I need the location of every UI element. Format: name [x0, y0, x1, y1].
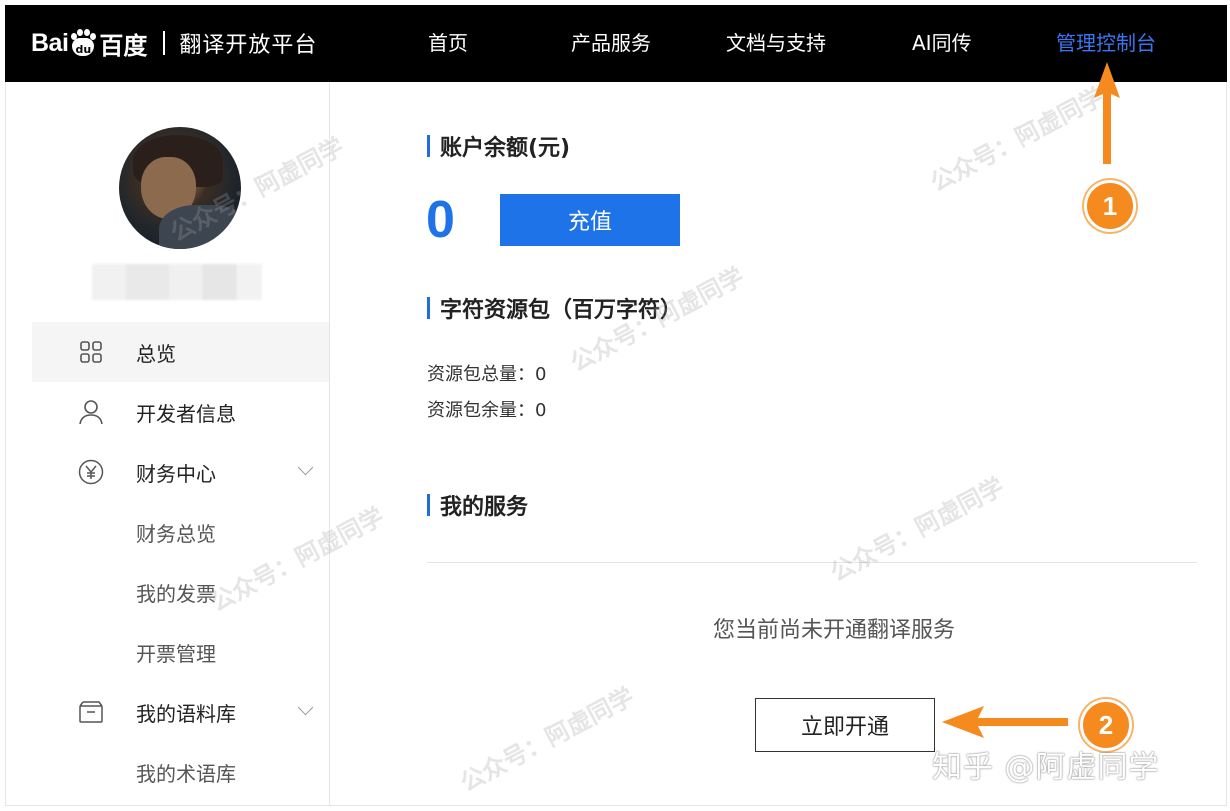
balance-value: 0 — [426, 191, 455, 249]
sidebar-item-label: 我的发票 — [136, 581, 216, 606]
chevron-down-icon[interactable] — [297, 699, 314, 716]
sidebar-item-terminology[interactable]: 我的术语库 — [32, 742, 329, 802]
sidebar-item-corpus[interactable]: 我的语料库 — [32, 682, 329, 742]
sidebar-item-finance[interactable]: 财务中心 — [32, 442, 329, 502]
username-blurred — [92, 264, 262, 300]
sidebar-item-label: 财务中心 — [136, 461, 216, 486]
balance-title: 账户余额(元) — [427, 130, 570, 162]
top-navigation-bar: Bai du 百度 翻译开放平台 首页 产品服务 文档与支持 AI同传 管理控制… — [5, 5, 1227, 82]
grid-icon — [78, 339, 104, 365]
sidebar-item-label: 我的语料库 — [136, 701, 236, 726]
inbox-icon — [78, 699, 104, 725]
section-divider — [427, 562, 1197, 563]
package-remaining: 资源包余量：0 — [427, 396, 546, 422]
avatar[interactable] — [119, 127, 241, 249]
logo-paw-text: du — [72, 38, 95, 56]
nav-item-home[interactable]: 首页 — [428, 27, 468, 56]
sidebar-item-label: 总览 — [136, 341, 176, 366]
frame-border-right — [1226, 82, 1227, 806]
sidebar-item-finance-overview[interactable]: 财务总览 — [32, 502, 329, 562]
package-remaining-value: 0 — [535, 400, 547, 421]
sidebar-item-label: 财务总览 — [136, 521, 216, 546]
sidebar-item-label: 开发者信息 — [136, 401, 236, 426]
package-total: 资源包总量：0 — [427, 360, 546, 386]
yen-circle-icon — [78, 459, 104, 485]
chevron-down-icon[interactable] — [297, 459, 314, 476]
package-total-label: 资源包总量： — [427, 364, 535, 385]
nav-item-products[interactable]: 产品服务 — [571, 27, 651, 56]
logo-brand-text: Bai — [31, 28, 69, 57]
nav-item-console[interactable]: 管理控制台 — [1056, 27, 1156, 56]
nav-item-ai-interpretation[interactable]: AI同传 — [912, 27, 972, 56]
sidebar-item-label: 我的术语库 — [136, 761, 236, 786]
recharge-button[interactable]: 充值 — [500, 194, 680, 246]
sidebar-item-label: 开票管理 — [136, 641, 216, 666]
logo-cn-text: 百度 — [99, 31, 148, 60]
paw-logo-icon: du — [69, 29, 97, 57]
avatar-collar — [159, 205, 241, 249]
user-icon — [78, 399, 104, 425]
frame-border-bottom — [5, 805, 1227, 806]
sidebar-item-invoice-management[interactable]: 开票管理 — [32, 622, 329, 682]
sidebar: 总览 开发者信息 财务中心 财务总览 我的发票 开票管理 我的语料库 我的术语库 — [6, 82, 330, 805]
logo-separator — [163, 31, 166, 55]
sidebar-item-my-invoices[interactable]: 我的发票 — [32, 562, 329, 622]
annotation-arrow-left-icon — [942, 706, 1068, 738]
empty-service-message: 您当前尚未开通翻译服务 — [713, 618, 956, 643]
zhihu-credit-watermark: 知乎 @阿虚同学 — [932, 750, 1160, 785]
baidu-translate-logo[interactable]: Bai du 百度 翻译开放平台 — [31, 23, 317, 63]
annotation-badge-1: 1 — [1084, 180, 1136, 232]
activate-now-button[interactable]: 立即开通 — [755, 698, 935, 752]
package-remaining-label: 资源包余量： — [427, 400, 535, 421]
sidebar-menu: 总览 开发者信息 财务中心 财务总览 我的发票 开票管理 我的语料库 我的术语库 — [32, 322, 329, 802]
package-title: 字符资源包（百万字符） — [427, 292, 682, 324]
services-title: 我的服务 — [427, 489, 528, 521]
sidebar-item-overview[interactable]: 总览 — [32, 322, 329, 382]
package-total-value: 0 — [535, 364, 547, 385]
annotation-arrow-up-icon — [1094, 62, 1120, 164]
nav-item-docs[interactable]: 文档与支持 — [726, 27, 826, 56]
sidebar-item-developer-info[interactable]: 开发者信息 — [32, 382, 329, 442]
platform-name: 翻译开放平台 — [179, 33, 318, 58]
